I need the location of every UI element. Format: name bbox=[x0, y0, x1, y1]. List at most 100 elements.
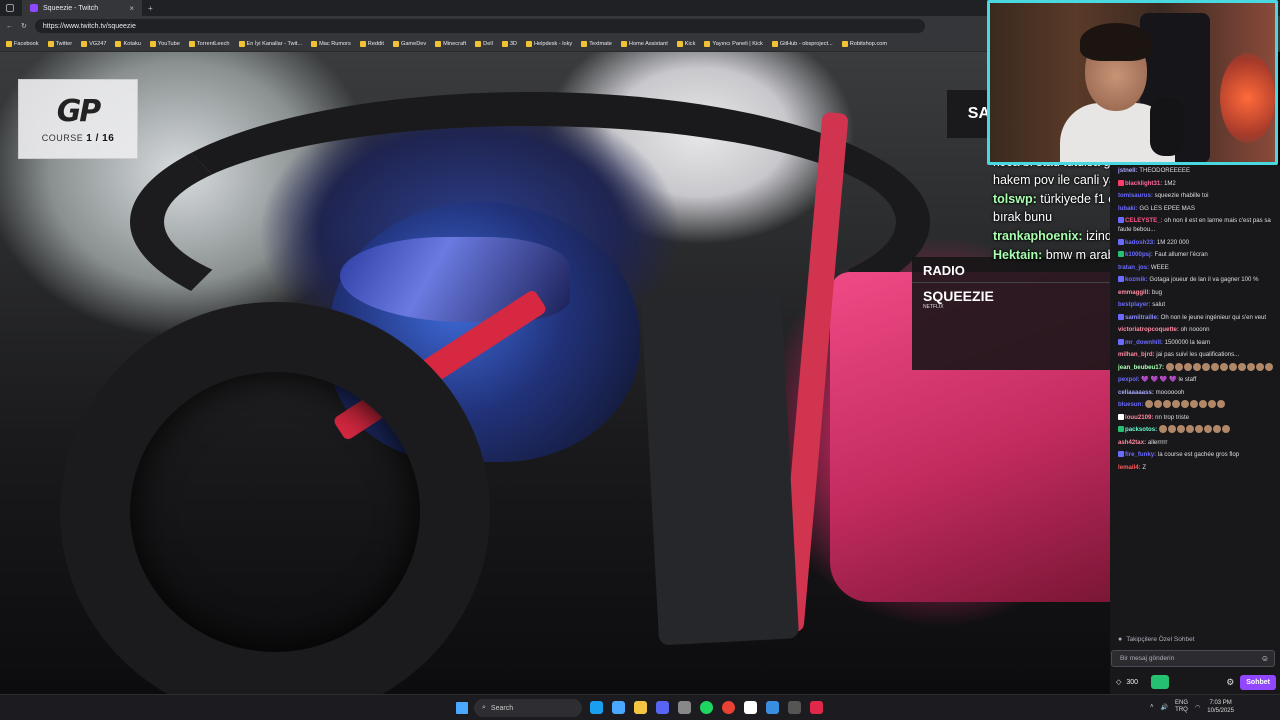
chat-message[interactable]: ash42tax: allerrrrr bbox=[1118, 437, 1276, 448]
chat-message[interactable]: bluesun: bbox=[1118, 399, 1276, 410]
chat-username[interactable]: ash42tax: bbox=[1118, 439, 1146, 446]
chat-message[interactable]: bestplayer: salut bbox=[1118, 299, 1276, 310]
chat-username[interactable]: mr_downhill: bbox=[1125, 339, 1163, 346]
chat-message[interactable]: pexpol: 💜 💜 💜 💜 le staff bbox=[1118, 374, 1276, 385]
settings-gear-icon[interactable]: ⚙ bbox=[1226, 677, 1234, 688]
chat-message[interactable]: emmaggill: bug bbox=[1118, 287, 1276, 298]
chat-username[interactable]: emmaggill: bbox=[1118, 289, 1150, 296]
bookmark-item[interactable]: Mac Rumors bbox=[311, 40, 351, 47]
chat-username[interactable]: tratan_jos: bbox=[1118, 264, 1149, 271]
chat-username[interactable]: lemail4: bbox=[1118, 464, 1141, 471]
emote-icon[interactable]: ☺ bbox=[1261, 654, 1269, 663]
tab-close-icon[interactable]: × bbox=[129, 4, 134, 13]
bookmark-item[interactable]: Kotaku bbox=[115, 40, 141, 47]
chrome-icon[interactable] bbox=[722, 701, 735, 714]
chat-message[interactable]: lubaki: GG LES EPEE MAS bbox=[1118, 203, 1276, 214]
bookmark-item[interactable]: Textmate bbox=[581, 40, 612, 47]
tab-squeezie[interactable]: Squeezie - Twitch × bbox=[22, 0, 142, 16]
bookmark-item[interactable]: Twitter bbox=[47, 40, 72, 47]
app-icon[interactable] bbox=[744, 701, 757, 714]
chat-send-button[interactable]: Sohbet bbox=[1240, 674, 1276, 690]
chat-username[interactable]: lubaki: bbox=[1118, 205, 1138, 212]
bookmark-item[interactable]: Yayıncı Paneli | Kick bbox=[704, 40, 763, 47]
chat-username[interactable]: CELEYSTE_: bbox=[1125, 217, 1163, 224]
new-tab-button[interactable]: + bbox=[148, 4, 153, 13]
chat-username[interactable]: jstnell: bbox=[1118, 167, 1138, 174]
bookmark-item[interactable]: 3D bbox=[501, 40, 517, 47]
url-field[interactable]: https://www.twitch.tv/squeezie bbox=[34, 19, 925, 33]
chat-message[interactable]: fire_funky: la course est gachée gros fl… bbox=[1118, 449, 1276, 460]
bookmark-item[interactable]: Minecraft bbox=[435, 40, 466, 47]
chat-username[interactable]: k1000psj: bbox=[1125, 251, 1153, 258]
chat-message[interactable]: tratan_jos: WEEE bbox=[1118, 262, 1276, 273]
chat-message[interactable]: k1000psj: Faut allumer l'écran bbox=[1118, 249, 1276, 260]
chat-message[interactable]: jean_beubeu17: bbox=[1118, 362, 1276, 373]
chat-username[interactable]: kozmik: bbox=[1125, 276, 1148, 283]
chat-message[interactable]: packsotos: bbox=[1118, 424, 1276, 435]
chat-message[interactable]: celiaaaaass: mooooooh bbox=[1118, 387, 1276, 398]
reload-icon[interactable]: ↻ bbox=[21, 22, 27, 30]
chat-username[interactable]: blacklight31: bbox=[1125, 180, 1162, 187]
bookmark-item[interactable]: Home Assistant bbox=[620, 40, 668, 47]
chat-message[interactable]: CELEYSTE_: oh non il est en larme mais c… bbox=[1118, 215, 1276, 235]
chat-username[interactable]: milhan_bjrd: bbox=[1118, 351, 1155, 358]
chat-username[interactable]: kadosh33: bbox=[1125, 239, 1155, 246]
chevron-up-icon[interactable]: ˄ bbox=[1150, 704, 1154, 710]
chat-username[interactable]: pexpol: bbox=[1118, 376, 1140, 383]
bookmark-item[interactable]: Kick bbox=[676, 40, 695, 47]
chat-message[interactable]: samiitraille: Oh non le jeune ingénieur … bbox=[1118, 312, 1276, 323]
obs-icon[interactable] bbox=[678, 701, 691, 714]
chat-username[interactable]: louu2109: bbox=[1125, 414, 1153, 421]
chat-message[interactable]: kadosh33: 1M 220 000 bbox=[1118, 237, 1276, 248]
chat-message[interactable]: victoriatropcoquette: oh nooonn bbox=[1118, 324, 1276, 335]
chat-message[interactable]: mr_downhill: 1500000 la team bbox=[1118, 337, 1276, 348]
wifi-icon[interactable]: ◠ bbox=[1195, 704, 1200, 711]
points-bonus-button[interactable] bbox=[1151, 675, 1170, 689]
bookmark-item[interactable]: Robitshop.com bbox=[841, 40, 887, 47]
discord-icon[interactable] bbox=[656, 701, 669, 714]
spotify-icon[interactable] bbox=[700, 701, 713, 714]
bookmark-item[interactable]: Reddit bbox=[359, 40, 384, 47]
chat-message[interactable]: tomisaurus: squeezie rhabille toi bbox=[1118, 190, 1276, 201]
chat-message[interactable]: kozmik: Gotaga joueur de lan il va gagne… bbox=[1118, 274, 1276, 285]
stream-video[interactable]: GP COURSE 1 / 16 SA RADIO SQUEEZIE NETFL… bbox=[0, 52, 1110, 694]
chat-username[interactable]: packsotos: bbox=[1125, 426, 1157, 433]
chat-username[interactable]: tomisaurus: bbox=[1118, 192, 1153, 199]
taskbar-search[interactable]: ⌕ Search bbox=[474, 699, 582, 717]
bookmark-item[interactable]: VG247 bbox=[81, 40, 106, 47]
chat-username[interactable]: samiitraille: bbox=[1125, 314, 1159, 321]
volume-icon[interactable]: 🔊 bbox=[1161, 704, 1168, 711]
bookmark-item[interactable]: TorrentLeech bbox=[188, 40, 230, 47]
chat-username[interactable]: bestplayer: bbox=[1118, 301, 1151, 308]
chat-message[interactable]: milhan_bjrd: jai pas suivi les qualifica… bbox=[1118, 349, 1276, 360]
chat-username[interactable]: fire_funky: bbox=[1125, 451, 1156, 458]
tab-actions-icon[interactable] bbox=[6, 4, 14, 12]
clock[interactable]: 7:03 PM 10/5/2025 bbox=[1207, 699, 1234, 715]
chat-messages[interactable]: jstnell: THEODOREEEEE blacklight31: 1M2 to… bbox=[1118, 165, 1276, 633]
chat-username[interactable]: jean_beubeu17: bbox=[1118, 364, 1164, 371]
chat-message[interactable]: blacklight31: 1M2 bbox=[1118, 178, 1276, 189]
file-explorer-icon[interactable] bbox=[634, 701, 647, 714]
chat-message[interactable]: louu2109: nn trop triste bbox=[1118, 412, 1276, 423]
bookmark-item[interactable]: GitHub - obsproject... bbox=[771, 40, 833, 47]
adobe-icon[interactable] bbox=[810, 701, 823, 714]
chat-username[interactable]: celiaaaaass: bbox=[1118, 389, 1154, 396]
start-icon[interactable] bbox=[456, 702, 468, 714]
bookmark-item[interactable]: En İyi Kanallar - Twit... bbox=[238, 40, 302, 47]
back-icon[interactable]: ← bbox=[6, 23, 13, 30]
refresh-app-icon[interactable] bbox=[766, 701, 779, 714]
task-view-icon[interactable] bbox=[612, 701, 625, 714]
bookmark-item[interactable]: Helpdesk - loky bbox=[525, 40, 572, 47]
language-indicator[interactable]: ENG TRQ bbox=[1175, 700, 1188, 714]
chat-username[interactable]: victoriatropcoquette: bbox=[1118, 326, 1179, 333]
edge-icon[interactable] bbox=[590, 701, 603, 714]
bookmark-item[interactable]: YouTube bbox=[149, 40, 180, 47]
bookmark-item[interactable]: Dell bbox=[475, 40, 493, 47]
chat-input[interactable]: Bir mesaj gönderin ☺ bbox=[1111, 650, 1275, 667]
chat-message[interactable]: lemail4: Z bbox=[1118, 462, 1276, 473]
steam-icon[interactable] bbox=[788, 701, 801, 714]
channel-points[interactable]: ◇ 300 bbox=[1116, 675, 1170, 689]
chat-message[interactable]: jstnell: THEODOREEEEE bbox=[1118, 165, 1276, 176]
bookmark-item[interactable]: GameDev bbox=[392, 40, 426, 47]
bookmark-item[interactable]: Facebook bbox=[6, 40, 39, 47]
